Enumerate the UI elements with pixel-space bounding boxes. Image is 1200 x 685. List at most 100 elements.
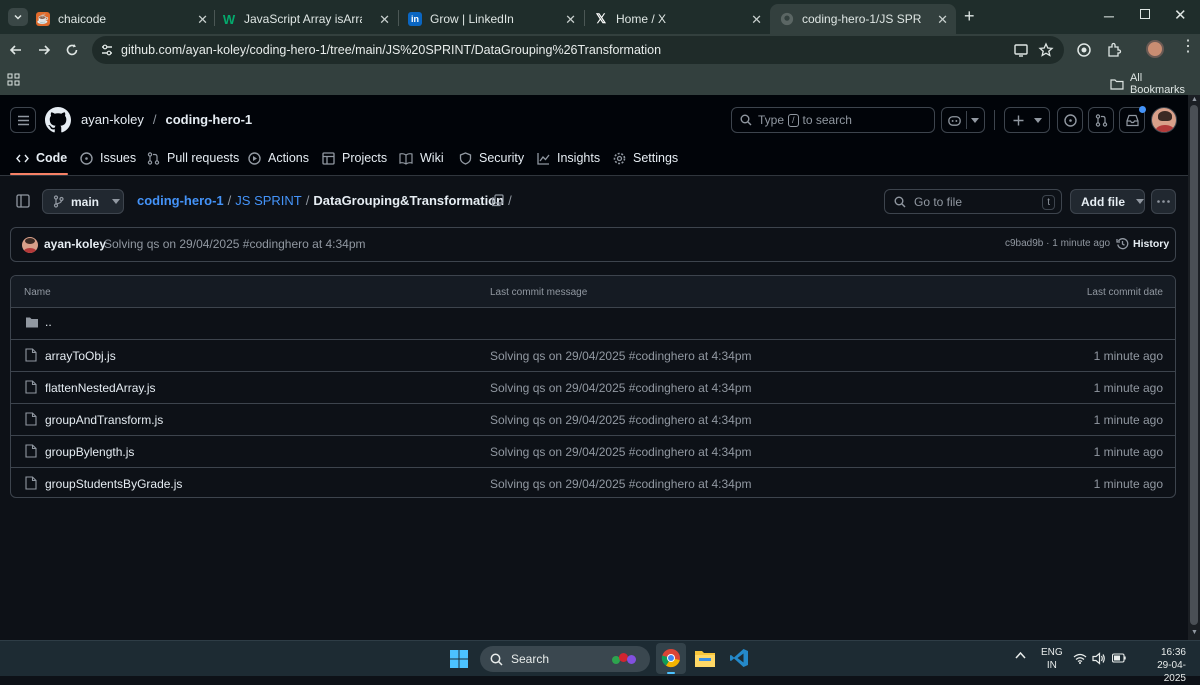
browser-tab-linkedin[interactable]: in Grow | LinkedIn ✕	[398, 4, 584, 34]
parent-directory-row[interactable]: ..	[11, 308, 1175, 340]
menu-button[interactable]	[10, 107, 36, 133]
pull-requests-button[interactable]	[1088, 107, 1114, 133]
active-tab-underline	[10, 173, 68, 175]
show-hidden-icons[interactable]	[1015, 651, 1026, 659]
table-row[interactable]: groupBylength.js Solving qs on 29/04/202…	[11, 436, 1175, 468]
extension-circle-icon[interactable]	[1076, 42, 1092, 58]
tab-wiki[interactable]: Wiki	[399, 148, 444, 168]
close-icon[interactable]: ✕	[751, 12, 762, 28]
language-indicator[interactable]: ENG IN	[1041, 646, 1063, 672]
file-commit-message[interactable]: Solving qs on 29/04/2025 #codinghero at …	[490, 381, 752, 395]
all-bookmarks-button[interactable]: All Bookmarks	[1110, 72, 1200, 96]
volume-icon[interactable]	[1092, 652, 1106, 665]
owner-link[interactable]: ayan-koley	[81, 112, 144, 127]
issues-button[interactable]	[1057, 107, 1083, 133]
commit-message[interactable]: Solving qs on 29/04/2025 #codinghero at …	[104, 237, 366, 251]
table-row[interactable]: groupAndTransform.js Solving qs on 29/04…	[11, 404, 1175, 436]
create-new-button[interactable]	[1004, 107, 1050, 133]
table-row[interactable]: arrayToObj.js Solving qs on 29/04/2025 #…	[11, 340, 1175, 372]
repo-link[interactable]: coding-hero-1	[166, 112, 253, 127]
browser-tab-w3schools[interactable]: W JavaScript Array isArray() Metho ✕	[212, 4, 398, 34]
branch-selector[interactable]: main	[42, 189, 124, 214]
all-bookmarks-label: All Bookmarks	[1129, 72, 1185, 96]
author-avatar[interactable]	[22, 237, 38, 253]
url-text: github.com/ayan-koley/coding-hero-1/tree…	[121, 43, 662, 57]
file-commit-message[interactable]: Solving qs on 29/04/2025 #codinghero at …	[490, 445, 752, 459]
page-scrollbar[interactable]: ▲ ▼	[1188, 95, 1200, 640]
reload-icon[interactable]	[64, 42, 80, 58]
table-row[interactable]: groupStudentsByGrade.js Solving qs on 29…	[11, 468, 1175, 497]
tab-projects[interactable]: Projects	[322, 148, 387, 168]
close-icon[interactable]: ✕	[937, 12, 948, 28]
scroll-thumb[interactable]	[1190, 105, 1198, 625]
file-name-link[interactable]: arrayToObj.js	[45, 349, 116, 363]
gear-icon	[613, 152, 626, 164]
file-commit-date: 1 minute ago	[1093, 349, 1163, 363]
tab-issues[interactable]: Issues	[80, 148, 136, 168]
site-info-icon[interactable]	[100, 43, 114, 57]
menu-kebab-icon[interactable]: ⋮	[1180, 39, 1196, 55]
tab-settings[interactable]: Settings	[613, 148, 678, 168]
history-button[interactable]: History	[1116, 237, 1169, 250]
extensions-icon[interactable]	[1106, 42, 1122, 58]
address-bar[interactable]: github.com/ayan-koley/coding-hero-1/tree…	[92, 36, 1064, 64]
breadcrumb-repo-link[interactable]: coding-hero-1	[137, 193, 224, 208]
back-icon[interactable]	[8, 42, 24, 58]
file-name-link[interactable]: groupStudentsByGrade.js	[45, 477, 182, 491]
new-tab-button[interactable]: +	[964, 6, 975, 27]
file-commit-message[interactable]: Solving qs on 29/04/2025 #codinghero at …	[490, 477, 752, 491]
restore-button[interactable]	[1140, 9, 1150, 19]
commit-sha-time[interactable]: c9bad9b · 1 minute ago	[1005, 238, 1110, 249]
search-input[interactable]: Type / to search	[731, 107, 935, 133]
close-icon[interactable]: ✕	[197, 12, 208, 28]
tab-search-button[interactable]	[8, 8, 28, 26]
vscode-icon[interactable]	[729, 648, 749, 668]
close-icon[interactable]: ✕	[565, 12, 576, 28]
more-options-button[interactable]	[1151, 189, 1176, 214]
taskbar-search[interactable]: Search	[480, 646, 650, 672]
w3schools-icon: W	[222, 11, 236, 27]
commit-author[interactable]: ayan-koley	[44, 237, 106, 251]
pull-request-icon	[1095, 114, 1108, 127]
file-commit-message[interactable]: Solving qs on 29/04/2025 #codinghero at …	[490, 349, 752, 363]
profile-avatar[interactable]	[1146, 40, 1164, 58]
forward-icon[interactable]	[36, 42, 52, 58]
tab-security[interactable]: Security	[459, 148, 524, 168]
scroll-up-arrow[interactable]: ▲	[1191, 96, 1198, 103]
table-row[interactable]: flattenNestedArray.js Solving qs on 29/0…	[11, 372, 1175, 404]
battery-icon[interactable]	[1112, 653, 1126, 663]
browser-tab-github[interactable]: coding-hero-1/JS SPRINT/Data ✕	[770, 4, 956, 34]
browser-tab-x[interactable]: 𝕏 Home / X ✕	[584, 4, 770, 34]
tab-code[interactable]: Code	[16, 148, 67, 168]
clock[interactable]: 16:36 29-04-2025	[1136, 646, 1186, 685]
close-icon[interactable]: ✕	[379, 12, 390, 28]
copilot-button[interactable]	[941, 107, 985, 133]
wifi-icon[interactable]	[1073, 653, 1087, 664]
file-name-link[interactable]: groupBylength.js	[45, 445, 134, 459]
file-commit-message[interactable]: Solving qs on 29/04/2025 #codinghero at …	[490, 413, 752, 427]
browser-tab-chaicode[interactable]: ☕ chaicode ✕	[26, 4, 216, 34]
file-name-link[interactable]: flattenNestedArray.js	[45, 381, 156, 395]
breadcrumb-folder-link[interactable]: JS SPRINT	[235, 193, 301, 208]
user-avatar[interactable]	[1151, 107, 1177, 133]
scroll-down-arrow[interactable]: ▼	[1191, 629, 1198, 636]
go-to-file-input[interactable]: Go to file t	[884, 189, 1062, 214]
copy-path-icon[interactable]	[491, 194, 504, 207]
tab-actions[interactable]: Actions	[248, 148, 309, 168]
file-name-link[interactable]: groupAndTransform.js	[45, 413, 163, 427]
github-logo-icon[interactable]	[45, 107, 71, 133]
tab-insights[interactable]: Insights	[537, 148, 600, 168]
windows-start-icon[interactable]	[450, 650, 468, 668]
sidebar-toggle-icon[interactable]	[16, 194, 30, 208]
star-icon[interactable]	[1038, 42, 1054, 58]
parent-directory-link[interactable]: ..	[45, 315, 52, 329]
tab-pull-requests[interactable]: Pull requests	[147, 148, 239, 168]
tab-label: Wiki	[420, 151, 444, 165]
close-window-button[interactable]: ✕	[1174, 6, 1187, 24]
cast-icon[interactable]	[1013, 42, 1029, 58]
minimize-button[interactable]: ─	[1104, 8, 1114, 24]
apps-grid-icon[interactable]	[7, 73, 20, 86]
add-file-button[interactable]: Add file	[1070, 189, 1145, 214]
file-explorer-icon[interactable]	[694, 649, 716, 668]
chrome-taskbar-button[interactable]	[656, 643, 686, 674]
